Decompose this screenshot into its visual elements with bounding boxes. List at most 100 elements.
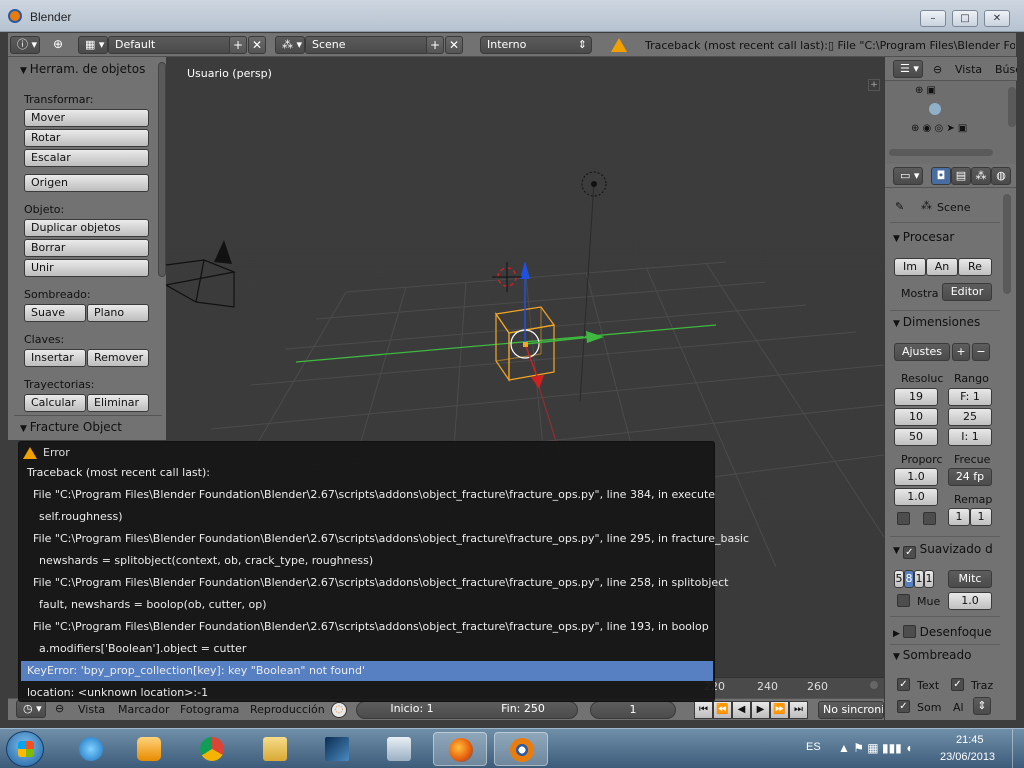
traceback-line[interactable]: File "C:\Program Files\Blender Foundatio…	[33, 532, 749, 545]
render-animation-button[interactable]: An	[926, 258, 958, 276]
clock-time[interactable]: 21:45	[956, 734, 984, 746]
render-tab-icon[interactable]: ◘	[931, 167, 951, 185]
move-button[interactable]: Mover	[24, 109, 149, 127]
traceback-line[interactable]: File "C:\Program Files\Blender Foundatio…	[33, 488, 715, 501]
tool-shelf-scrollbar[interactable]	[158, 62, 166, 277]
minimize-button[interactable]: –	[920, 10, 946, 27]
shading-panel-header[interactable]: Sombreado	[893, 648, 972, 662]
taskbar-chrome[interactable]	[185, 732, 239, 766]
remap-old-field[interactable]: 1	[948, 508, 970, 526]
timeline-marker-menu[interactable]: Marcador	[118, 703, 170, 716]
motion-blur-checkbox[interactable]	[902, 625, 916, 638]
traceback-line[interactable]: File "C:\Program Files\Blender Foundatio…	[33, 576, 729, 589]
shadows-checkbox[interactable]: ✓	[897, 700, 910, 713]
y-manipulator-arrow[interactable]	[524, 343, 539, 380]
textures-checkbox[interactable]: ✓	[897, 678, 910, 691]
frame-rate-select[interactable]: 24 fp	[948, 468, 992, 486]
join-button[interactable]: Unir	[24, 259, 149, 277]
camera-object[interactable]	[166, 259, 237, 308]
antialiasing-panel-header[interactable]: ✓ Suavizado d	[893, 542, 993, 559]
calculate-paths-button[interactable]: Calcular	[24, 394, 86, 412]
fracture-object-panel-header[interactable]: Fracture Object	[20, 420, 122, 434]
current-frame-field[interactable]: 1	[590, 701, 676, 719]
dimensions-panel-header[interactable]: Dimensiones	[893, 315, 980, 329]
outliner-editor-type-icon[interactable]: ☰ ▾	[893, 60, 923, 78]
properties-editor-type-icon[interactable]: ▭ ▾	[893, 167, 923, 185]
duplicate-objects-button[interactable]: Duplicar objetos	[24, 219, 149, 237]
render-audio-button[interactable]: Re	[958, 258, 992, 276]
traceback-line[interactable]: Traceback (most recent call last):	[27, 466, 210, 479]
aa-samples-11[interactable]: 1	[914, 570, 924, 588]
properties-scrollbar[interactable]	[1003, 194, 1011, 294]
frame-start-field[interactable]: Inicio: 1	[357, 701, 467, 719]
add-scene-button[interactable]: +	[426, 36, 444, 54]
location-line[interactable]: location: <unknown location>:-1	[27, 686, 208, 699]
antialiasing-checkbox[interactable]: ✓	[902, 546, 916, 559]
aa-samples-8[interactable]: 8	[904, 570, 914, 588]
add-preset-button[interactable]: +	[952, 343, 970, 361]
outliner-view-menu[interactable]: Vista	[955, 63, 982, 76]
report-message[interactable]: Traceback (most recent call last):▯ File…	[645, 39, 1015, 52]
outliner-row-expand-icon[interactable]: ⊕ ▣	[915, 85, 936, 96]
taskbar-firefox[interactable]	[433, 732, 487, 766]
clock-date[interactable]: 23/06/2013	[940, 751, 995, 763]
keying-set-icon[interactable]: ◌	[331, 702, 347, 718]
play-button[interactable]: ▶	[751, 701, 770, 719]
outliner-scrollbar[interactable]	[1008, 87, 1016, 127]
scene-tab-icon[interactable]: ⁂	[971, 167, 991, 185]
alpha-select[interactable]: ⇕	[973, 697, 991, 715]
tray-icons[interactable]: ▲ ⚑ ▦ ▮▮▮ ◖	[838, 741, 912, 755]
ray-tracing-checkbox[interactable]: ✓	[951, 678, 964, 691]
remap-new-field[interactable]: 1	[970, 508, 992, 526]
clear-paths-button[interactable]: Eliminar	[87, 394, 149, 412]
maximize-button[interactable]: □	[952, 10, 978, 27]
viewport-corner-plus-icon[interactable]: +	[868, 79, 880, 91]
resolution-percent-field[interactable]: 50	[894, 428, 938, 446]
play-reverse-button[interactable]: ◀	[732, 701, 751, 719]
traceback-line[interactable]: a.modifiers['Boolean'].object = cutter	[39, 642, 246, 655]
traceback-line[interactable]: newshards = splitobject(context, ob, cra…	[39, 554, 373, 567]
timeline-playback-menu[interactable]: Reproducción	[250, 703, 325, 716]
taskbar-calculator[interactable]	[372, 732, 426, 766]
traceback-line[interactable]: self.roughness)	[39, 510, 123, 523]
aspect-x-field[interactable]: 1.0	[894, 468, 938, 486]
traceback-line[interactable]: fault, newshards = boolop(ob, cutter, op…	[39, 598, 267, 611]
outliner-h-scrollbar[interactable]	[889, 149, 993, 156]
taskbar-internet-explorer[interactable]	[64, 732, 118, 766]
key-error-line[interactable]: KeyError: 'bpy_prop_collection[key]: key…	[27, 664, 365, 677]
traceback-line[interactable]: File "C:\Program Files\Blender Foundatio…	[33, 620, 709, 633]
resolution-x-field[interactable]: 19	[894, 388, 938, 406]
resolution-y-field[interactable]: 10	[894, 408, 938, 426]
input-language[interactable]: ES	[806, 741, 821, 753]
screen-layout-field[interactable]: Default	[108, 36, 232, 54]
jump-next-key-button[interactable]: ⏩	[770, 701, 789, 719]
motion-blur-panel-header[interactable]: Desenfoque	[893, 623, 992, 639]
frame-end-field[interactable]: 25	[948, 408, 992, 426]
timeline-view-menu[interactable]: Vista	[78, 703, 105, 716]
frame-end-field[interactable]: Fin: 250	[469, 701, 577, 719]
timeline-editor-type-icon[interactable]: ◷ ▾	[16, 700, 46, 718]
full-sample-checkbox[interactable]	[897, 594, 910, 607]
taskbar-blender[interactable]	[494, 732, 548, 766]
world-icon[interactable]	[929, 103, 941, 115]
aa-samples-16[interactable]: 1	[924, 570, 934, 588]
display-select[interactable]: Editor	[942, 283, 992, 301]
jump-end-button[interactable]: ⏭	[789, 701, 808, 719]
add-layout-button[interactable]: +	[229, 36, 247, 54]
scene-field[interactable]: Scene	[305, 36, 429, 54]
delete-button[interactable]: Borrar	[24, 239, 149, 257]
flat-button[interactable]: Plano	[87, 304, 149, 322]
show-desktop-button[interactable]	[1012, 729, 1024, 768]
insert-key-button[interactable]: Insertar	[24, 349, 86, 367]
layers-tab-icon[interactable]: ▤	[951, 167, 971, 185]
world-tab-icon[interactable]: ◍	[991, 167, 1011, 185]
frame-start-field[interactable]: F: 1	[948, 388, 992, 406]
object-tools-panel-header[interactable]: Herram. de objetos	[20, 62, 146, 76]
jump-prev-key-button[interactable]: ⏪	[713, 701, 732, 719]
crop-checkbox[interactable]	[923, 512, 936, 525]
render-panel-header[interactable]: Procesar	[893, 230, 955, 244]
timeline-scroll-handle[interactable]	[870, 681, 878, 689]
scale-button[interactable]: Escalar	[24, 149, 149, 167]
border-checkbox[interactable]	[897, 512, 910, 525]
outliner-camera-row-icons[interactable]: ⊕ ◉ ◎ ➤ ▣	[911, 123, 967, 134]
